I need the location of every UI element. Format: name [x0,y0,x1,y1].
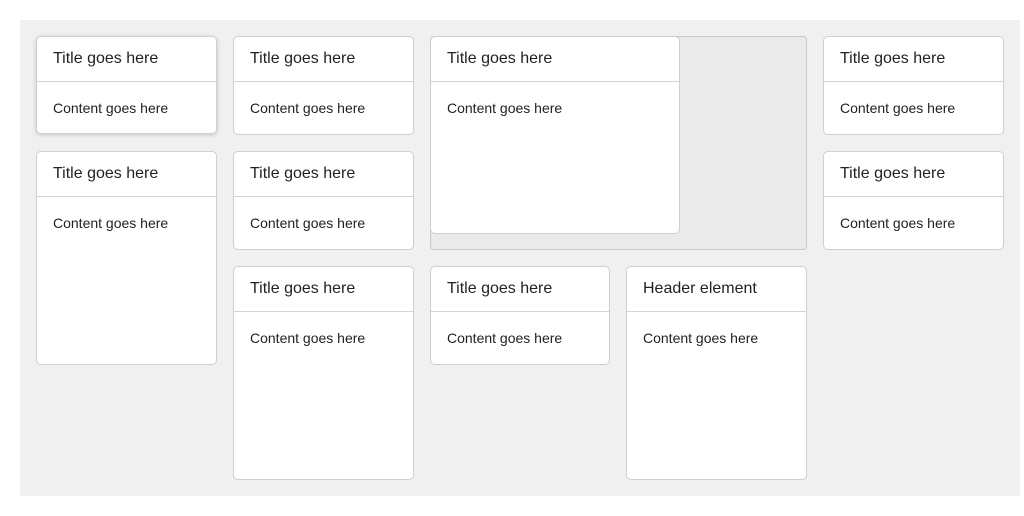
grid-card[interactable]: Header element Content goes here [626,266,807,480]
card-content: Content goes here [840,215,956,231]
card-title[interactable]: Title goes here [824,152,1003,197]
card-title[interactable]: Title goes here [234,267,413,312]
card-content: Content goes here [447,330,563,346]
grid-card[interactable]: Title goes here Content goes here [233,266,414,480]
grid-card[interactable]: Title goes here Content goes here [823,36,1004,135]
card-title[interactable]: Title goes here [431,267,609,312]
grid-card[interactable]: Title goes here Content goes here [823,151,1004,250]
card-content: Content goes here [250,100,366,116]
card-title[interactable]: Header element [627,267,806,312]
card-content: Content goes here [643,330,759,346]
grid-card[interactable]: Title goes here Content goes here [430,266,610,365]
card-content: Content goes here [447,100,563,116]
card-content: Content goes here [250,215,366,231]
dashboard-grid: Title goes here Content goes here Title … [20,20,1020,496]
grid-card[interactable]: Title goes here Content goes here [233,151,414,250]
card-content: Content goes here [53,215,169,231]
card-title[interactable]: Title goes here [824,37,1003,82]
card-title[interactable]: Title goes here [431,37,679,82]
grid-card-resizing[interactable]: Title goes here Content goes here [430,36,680,234]
card-title[interactable]: Title goes here [234,37,413,82]
card-content: Content goes here [53,100,169,116]
grid-card[interactable]: Title goes here Content goes here [36,36,217,134]
grid-card[interactable]: Title goes here Content goes here [233,36,414,135]
card-title[interactable]: Title goes here [37,37,216,82]
card-title[interactable]: Title goes here [37,152,216,197]
card-title[interactable]: Title goes here [234,152,413,197]
card-content: Content goes here [840,100,956,116]
grid-card[interactable]: Title goes here Content goes here [36,151,217,365]
card-content: Content goes here [250,330,366,346]
